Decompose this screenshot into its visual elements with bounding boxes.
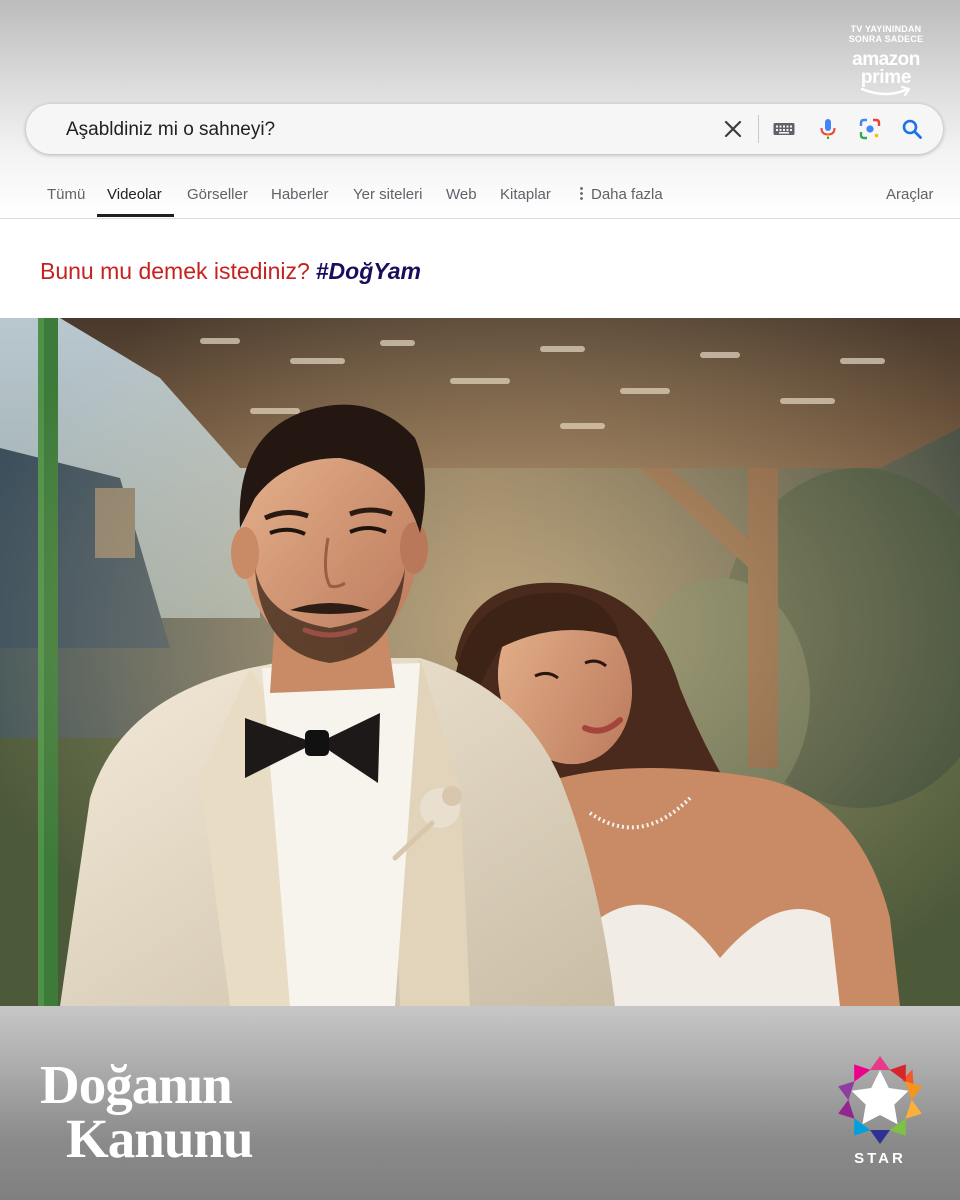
search-icon[interactable] [900, 117, 924, 141]
search-tabs: Tümü Videolar Görseller Haberler Yer sit… [0, 172, 960, 218]
close-icon[interactable] [721, 117, 745, 141]
show-logo-line1: Doğanın [40, 1054, 233, 1115]
show-logo-line2: Kanunu [66, 1108, 254, 1169]
did-you-mean-link[interactable]: #DoğYam [316, 258, 421, 284]
prime-badge-line2: SONRA SADECE [848, 34, 924, 44]
tab-books[interactable]: Kitaplar [500, 186, 551, 203]
tab-all[interactable]: Tümü [47, 186, 85, 203]
more-vert-icon [580, 187, 583, 200]
search-input[interactable] [64, 114, 668, 146]
did-you-mean-prompt: Bunu mu demek istediniz? [40, 258, 310, 284]
prime-badge-line1: TV YAYININDAN [850, 24, 922, 34]
star-tv-logo: STAR [834, 1054, 926, 1172]
tools-button[interactable]: Araçlar [886, 186, 934, 203]
tabs-divider [0, 218, 960, 219]
active-tab-indicator [97, 214, 174, 217]
show-logo: Doğanın Kanunu [40, 1057, 254, 1169]
star-icon [838, 1056, 922, 1144]
tab-web[interactable]: Web [446, 186, 477, 203]
tab-images[interactable]: Görseller [187, 186, 248, 203]
tab-videos[interactable]: Videolar [107, 186, 162, 203]
amazon-prime-badge: TV YAYININDAN SONRA SADECE amazon prime [846, 24, 926, 98]
tab-more[interactable]: Daha fazla [580, 186, 663, 203]
search-divider [758, 115, 759, 143]
tab-more-label: Daha fazla [591, 186, 663, 203]
wedding-couple-illustration [0, 318, 960, 1006]
star-logo-label: STAR [854, 1150, 906, 1167]
did-you-mean: Bunu mu demek istediniz? #DoğYam [40, 258, 421, 285]
search-bar [26, 104, 943, 154]
microphone-icon[interactable] [816, 117, 840, 141]
prime-brand-bottom: prime [860, 67, 912, 88]
tab-news[interactable]: Haberler [271, 186, 329, 203]
keyboard-icon[interactable] [772, 117, 796, 141]
tab-places[interactable]: Yer siteleri [353, 186, 422, 203]
video-still-image [0, 318, 960, 1006]
lens-icon[interactable] [858, 117, 882, 141]
